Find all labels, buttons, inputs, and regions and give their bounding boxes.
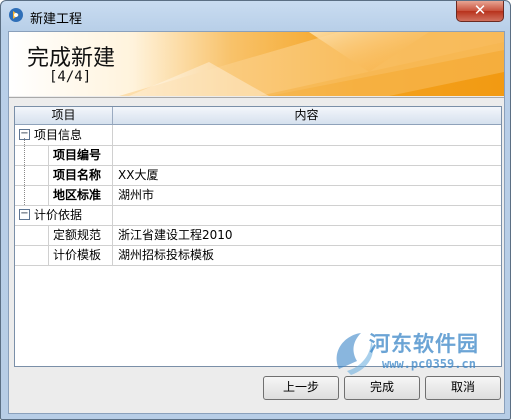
column-header-content[interactable]: 内容 <box>113 107 500 124</box>
tree-item-row[interactable]: 计价模板 湖州招标投标模板 <box>15 245 501 266</box>
banner-divider <box>9 97 504 98</box>
tree-item-row[interactable]: 项目名称 XX大厦 <box>15 165 501 186</box>
wizard-banner: 完成新建 [4/4] <box>9 32 504 96</box>
grid-header: 项目 内容 <box>15 107 501 125</box>
tree-item-row[interactable]: 项目编号 <box>15 145 501 166</box>
item-label-pricing-template: 计价模板 <box>53 248 102 262</box>
item-label-project-number: 项目编号 <box>53 148 102 162</box>
step-indicator: [4/4] <box>49 69 92 85</box>
tree-connector <box>24 138 25 205</box>
title-bar[interactable]: 新建工程 ✕ <box>1 1 510 31</box>
dialog-window: 新建工程 ✕ 完成新建 [4/4] 项目 内容 − 项目信息 项目编号 项目名称… <box>0 0 511 420</box>
app-icon <box>9 8 23 22</box>
tree-item-row[interactable]: 定额规范 浙江省建设工程2010 <box>15 225 501 246</box>
value-project-name[interactable]: XX大厦 <box>118 165 158 185</box>
indent-separator <box>48 145 49 205</box>
window-title: 新建工程 <box>30 12 83 27</box>
group-label: 项目信息 <box>34 128 83 142</box>
indent-separator <box>48 225 49 265</box>
group-label: 计价依据 <box>34 208 83 222</box>
tree-item-row[interactable]: 地区标准 湖州市 <box>15 185 501 206</box>
watermark-text: 河东软件园 <box>369 332 479 356</box>
item-label-region-standard: 地区标准 <box>53 188 102 202</box>
item-label-quota-spec: 定额规范 <box>53 228 102 242</box>
column-separator <box>112 125 113 265</box>
value-region-standard[interactable]: 湖州市 <box>118 185 154 205</box>
watermark-url: www.pc0359.cn <box>382 357 476 371</box>
value-quota-spec[interactable]: 浙江省建设工程2010 <box>118 225 233 245</box>
prev-button[interactable]: 上一步 <box>263 376 339 400</box>
tree-group-row[interactable]: − 项目信息 <box>15 125 501 146</box>
item-label-project-name: 项目名称 <box>53 168 102 182</box>
banner-title: 完成新建 <box>27 46 116 71</box>
value-pricing-template[interactable]: 湖州招标投标模板 <box>118 245 214 265</box>
close-button[interactable]: ✕ <box>456 1 504 22</box>
column-header-item[interactable]: 项目 <box>15 107 113 124</box>
collapse-icon[interactable]: − <box>19 209 30 220</box>
tree-group-row[interactable]: − 计价依据 <box>15 205 501 226</box>
